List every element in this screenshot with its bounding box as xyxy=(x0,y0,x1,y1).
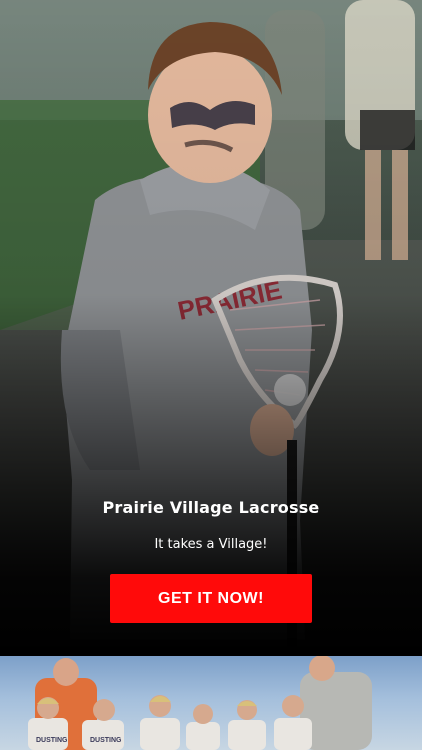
team-photo-illustration: DUSTING DUSTING xyxy=(28,656,372,750)
get-it-now-button[interactable]: GET IT NOW! xyxy=(110,574,312,623)
hero-photo: PRAIRIE xyxy=(0,0,422,656)
jersey-print: DUSTING xyxy=(36,737,68,744)
team-photo-preview: DUSTING DUSTING xyxy=(0,656,422,750)
hero-gradient-overlay xyxy=(0,0,422,656)
app-title: Prairie Village Lacrosse xyxy=(102,498,320,517)
app-tagline: It takes a Village! xyxy=(154,537,268,552)
svg-text:DUSTING: DUSTING xyxy=(90,737,122,744)
app-promo-screen: PRAIRIE Prairie Village Lacrosse It take… xyxy=(0,0,422,750)
